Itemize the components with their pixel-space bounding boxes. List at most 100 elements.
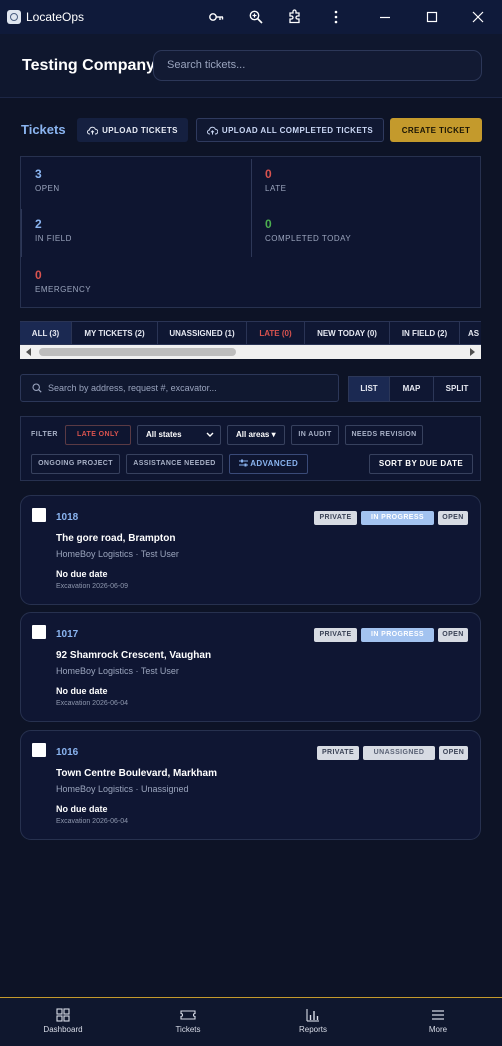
advanced-label: ADVANCED [250, 459, 299, 468]
app-logo-icon [7, 10, 21, 24]
tab-my-tickets[interactable]: MY TICKETS (2) [72, 322, 158, 344]
ticket-id[interactable]: 1018 [56, 512, 78, 523]
ticket-company: HomeBoy Logistics · Test User [56, 666, 179, 676]
ongoing-project-toggle[interactable]: ONGOING PROJECT [31, 454, 120, 474]
tickets-title: Tickets [21, 122, 66, 137]
states-select-value: All states [146, 430, 182, 439]
states-select[interactable]: All states [137, 425, 221, 445]
assistance-needed-toggle[interactable]: ASSISTANCE NEEDED [126, 454, 223, 474]
needs-revision-toggle[interactable]: NEEDS REVISION [345, 425, 423, 445]
badge-open: OPEN [438, 511, 468, 525]
badge-in-progress: IN PROGRESS [361, 511, 434, 525]
upload-cloud-icon [206, 126, 218, 134]
stats-divider-left [21, 209, 22, 257]
view-list-button[interactable]: LIST [348, 376, 390, 402]
ticket-card[interactable]: 1016 PRIVATE UNASSIGNED OPEN Town Centre… [20, 730, 481, 840]
ticket-id[interactable]: 1016 [56, 747, 78, 758]
ticket-address: 92 Shamrock Crescent, Vaughan [56, 650, 212, 661]
zoom-icon[interactable] [248, 9, 264, 25]
stat-completed-value: 0 [265, 217, 272, 231]
more-vert-icon[interactable] [328, 9, 344, 25]
areas-select[interactable]: All areas ▾ [227, 425, 285, 445]
bottom-nav: Dashboard Tickets Reports More [0, 997, 502, 1046]
stat-completed-label: COMPLETED TODAY [265, 234, 352, 243]
ticket-due-date: No due date [56, 686, 108, 696]
tab-new-today[interactable]: NEW TODAY (0) [305, 322, 390, 344]
tab-unassigned[interactable]: UNASSIGNED (1) [158, 322, 247, 344]
maximize-icon[interactable] [424, 9, 440, 25]
nav-dashboard-label: Dashboard [43, 1025, 83, 1034]
stat-late-value: 0 [265, 167, 272, 181]
badge-open: OPEN [439, 746, 468, 760]
stat-emergency[interactable]: 0 EMERGENCY [35, 268, 91, 294]
nav-tickets[interactable]: Tickets [148, 1008, 228, 1034]
ticket-search-input[interactable]: Search tickets... [153, 50, 482, 81]
ticket-id[interactable]: 1017 [56, 629, 78, 640]
ticket-address: Town Centre Boulevard, Markham [56, 768, 217, 779]
ticket-excavation-date: Excavation 2026-06-04 [56, 700, 128, 707]
in-audit-toggle[interactable]: IN AUDIT [291, 425, 339, 445]
key-icon[interactable] [208, 9, 224, 25]
tabs-scrollbar[interactable] [20, 345, 481, 359]
tab-in-field[interactable]: IN FIELD (2) [390, 322, 460, 344]
ticket-card[interactable]: 1017 PRIVATE IN PROGRESS OPEN 92 Shamroc… [20, 612, 481, 722]
scroll-thumb[interactable] [39, 348, 236, 356]
late-only-toggle[interactable]: LATE ONLY [65, 425, 131, 445]
extensions-icon[interactable] [287, 9, 303, 25]
stat-emergency-label: EMERGENCY [35, 285, 92, 294]
nav-reports[interactable]: Reports [273, 1008, 353, 1034]
view-split-button[interactable]: SPLIT [433, 376, 481, 402]
stat-in-field[interactable]: 2 IN FIELD [35, 217, 72, 243]
nav-tickets-label: Tickets [175, 1025, 201, 1034]
stat-late-label: LATE [265, 184, 287, 193]
ticket-address: The gore road, Brampton [56, 533, 176, 544]
badge-private: PRIVATE [317, 746, 359, 760]
app-title: LocateOps [26, 10, 85, 24]
stat-completed-today[interactable]: 0 COMPLETED TODAY [265, 217, 351, 243]
stat-open[interactable]: 3 OPEN [35, 167, 60, 193]
badge-open: OPEN [438, 628, 468, 642]
scroll-left-arrow-icon[interactable] [26, 348, 31, 356]
minimize-icon[interactable] [377, 9, 393, 25]
nav-more[interactable]: More [398, 1008, 478, 1034]
title-bar: LocateOps [0, 0, 502, 34]
upload-all-completed-button[interactable]: UPLOAD ALL COMPLETED TICKETS [196, 118, 384, 142]
ticket-tabs: ALL (3) MY TICKETS (2) UNASSIGNED (1) LA… [20, 321, 481, 345]
badge-in-progress: IN PROGRESS [361, 628, 434, 642]
close-icon[interactable] [470, 9, 486, 25]
nav-more-label: More [428, 1025, 448, 1034]
badge-private: PRIVATE [314, 628, 357, 642]
tab-all[interactable]: ALL (3) [20, 322, 72, 344]
address-search-input[interactable]: Search by address, request #, excavator.… [20, 374, 339, 402]
nav-reports-label: Reports [298, 1025, 327, 1034]
badge-unassigned: UNASSIGNED [363, 746, 435, 760]
ticket-excavation-date: Excavation 2026-06-09 [56, 583, 128, 590]
ticket-checkbox[interactable] [32, 508, 46, 522]
chevron-down-icon [206, 432, 214, 437]
upload-tickets-button[interactable]: UPLOAD TICKETS [77, 118, 188, 142]
ticket-due-date: No due date [56, 804, 108, 814]
upload-tickets-label: UPLOAD TICKETS [102, 125, 178, 135]
upload-cloud-icon [87, 126, 99, 134]
ticket-company: HomeBoy Logistics · Test User [56, 549, 179, 559]
nav-dashboard[interactable]: Dashboard [23, 1008, 103, 1034]
sort-due-date-button[interactable]: SORT BY DUE DATE [369, 454, 473, 474]
create-ticket-button[interactable]: CREATE TICKET [390, 118, 482, 142]
stat-emergency-value: 0 [35, 268, 42, 282]
advanced-filters-button[interactable]: ADVANCED [229, 454, 308, 474]
badge-private: PRIVATE [314, 511, 357, 525]
scroll-right-arrow-icon[interactable] [470, 348, 475, 356]
ticket-checkbox[interactable] [32, 743, 46, 757]
stat-late[interactable]: 0 LATE [265, 167, 286, 193]
dashboard-icon [56, 1008, 70, 1022]
ticket-icon [180, 1010, 196, 1020]
ticket-card[interactable]: 1018 PRIVATE IN PROGRESS OPEN The gore r… [20, 495, 481, 605]
ticket-checkbox[interactable] [32, 625, 46, 639]
ticket-excavation-date: Excavation 2026-06-04 [56, 818, 128, 825]
tickets-section-header: Tickets UPLOAD TICKETS UPLOAD ALL COMPLE… [0, 118, 502, 144]
tab-late[interactable]: LATE (0) [247, 322, 305, 344]
view-map-button[interactable]: MAP [389, 376, 434, 402]
search-icon [32, 383, 42, 393]
bar-chart-icon [306, 1009, 319, 1022]
tab-truncated[interactable]: AS [460, 322, 481, 344]
